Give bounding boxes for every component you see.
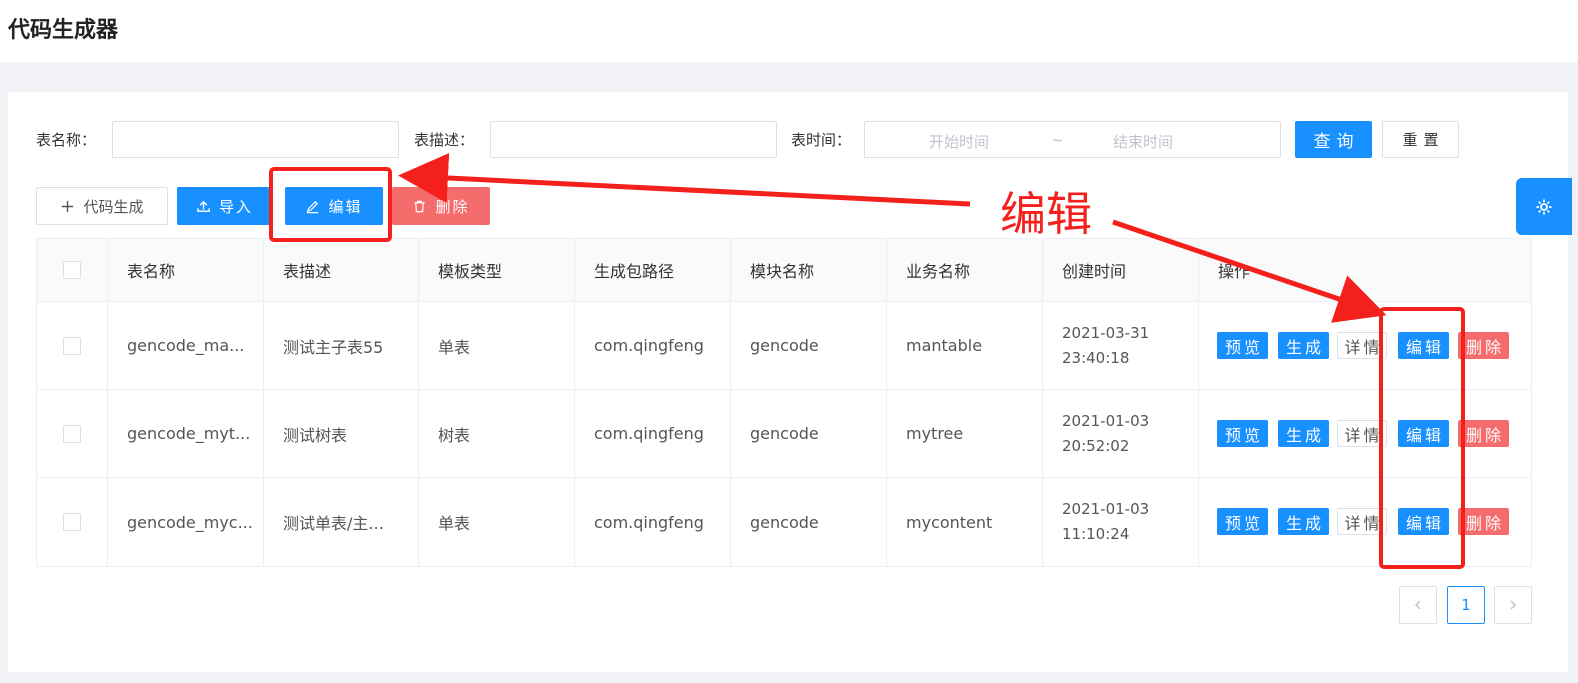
business-cell: mycontent <box>887 478 1043 566</box>
created-time: 23:40:18 <box>1062 348 1130 367</box>
import-label: 导入 <box>218 197 253 216</box>
next-page-button[interactable] <box>1494 586 1532 624</box>
table-name-cell: gencode_myt... <box>108 390 264 477</box>
created-time-cell: 2021-01-03 11:10:24 <box>1043 478 1199 566</box>
table-desc-label: 表描述： <box>414 131 475 149</box>
detail-button[interactable]: 详情 <box>1337 420 1387 447</box>
table-name-cell: gencode_myc... <box>108 478 264 566</box>
template-cell: 树表 <box>419 390 575 477</box>
preview-button[interactable]: 预览 <box>1217 332 1268 359</box>
top-header: 代码生成器 <box>0 0 1578 62</box>
annotation-label: 编辑 <box>1000 187 1092 241</box>
trash-icon <box>414 200 426 212</box>
detail-button[interactable]: 详情 <box>1337 508 1387 535</box>
actions-cell: 预览 生成 详情 编辑 删除 <box>1199 390 1531 477</box>
header-cell: 表名称 <box>108 239 264 301</box>
detail-button[interactable]: 详情 <box>1337 332 1387 359</box>
row-delete-button[interactable]: 删除 <box>1458 420 1509 447</box>
header-cell: 模板类型 <box>419 239 575 301</box>
business-cell: mytree <box>887 390 1043 477</box>
header-cell: 操作 <box>1218 262 1251 281</box>
created-time-cell: 2021-01-03 20:52:02 <box>1043 390 1199 477</box>
row-edit-button[interactable]: 编辑 <box>1398 508 1449 535</box>
created-time: 11:10:24 <box>1062 525 1130 543</box>
header-cell: 生成包路径 <box>575 239 731 301</box>
actions-cell: 预览 生成 详情 编辑 删除 <box>1199 478 1531 566</box>
chevron-left-icon <box>1414 600 1421 610</box>
header-cell: 模块名称 <box>731 239 887 301</box>
row-select-cell <box>37 390 108 477</box>
edit-label: 编辑 <box>328 197 363 216</box>
table-row: gencode_myt... 测试树表 树表 com.qingfeng genc… <box>37 390 1531 478</box>
generate-button[interactable]: 生成 <box>1278 508 1329 535</box>
template-cell: 单表 <box>419 302 575 389</box>
data-table: 表名称 表描述 模板类型 生成包路径 模块名称 业务名称 创建时间 操作 gen… <box>36 238 1532 567</box>
plus-icon <box>62 200 74 212</box>
chevron-right-icon <box>1510 600 1517 610</box>
created-date: 2021-03-31 <box>1062 323 1150 342</box>
business-cell: mantable <box>887 302 1043 389</box>
module-cell: gencode <box>731 390 887 477</box>
row-select-cell <box>37 302 108 389</box>
header-cell: 业务名称 <box>887 239 1043 301</box>
row-select-cell <box>37 478 108 566</box>
table-desc-cell: 测试树表 <box>264 390 419 477</box>
table-header: 表名称 表描述 模板类型 生成包路径 模块名称 业务名称 创建时间 操作 <box>37 239 1531 302</box>
package-cell: com.qingfeng <box>575 390 731 477</box>
package-cell: com.qingfeng <box>575 478 731 566</box>
page-number-button[interactable]: 1 <box>1447 586 1485 624</box>
table-name-cell: gencode_ma... <box>108 302 264 389</box>
end-time-input[interactable]: 结束时间 <box>1113 131 1173 152</box>
table-name-label: 表名称： <box>36 131 97 149</box>
row-delete-button[interactable]: 删除 <box>1458 332 1509 359</box>
table-row: gencode_myc... 测试单表/主... 单表 com.qingfeng… <box>37 478 1531 566</box>
select-all-checkbox[interactable] <box>63 261 81 279</box>
table-row: gencode_ma... 测试主子表55 单表 com.qingfeng ge… <box>37 302 1531 390</box>
query-button[interactable]: 查询 <box>1295 121 1372 158</box>
generate-button[interactable]: 生成 <box>1278 420 1329 447</box>
row-checkbox[interactable] <box>63 424 81 443</box>
table-desc-input[interactable] <box>490 121 777 158</box>
created-time-cell: 2021-03-31 23:40:18 <box>1043 302 1199 389</box>
table-name-input[interactable] <box>112 121 399 158</box>
row-edit-button[interactable]: 编辑 <box>1398 332 1449 359</box>
table-desc-cell: 测试主子表55 <box>264 302 419 389</box>
header-cell: 表描述 <box>264 239 419 301</box>
page-title: 代码生成器 <box>8 18 119 43</box>
edit-button[interactable]: 编辑 <box>285 187 383 225</box>
delete-label: 删除 <box>435 197 470 216</box>
date-range-picker[interactable]: 开始时间 ~ 结束时间 <box>864 121 1281 158</box>
import-button[interactable]: 导入 <box>177 187 272 225</box>
header-cell-select <box>37 239 108 301</box>
module-cell: gencode <box>731 478 887 566</box>
preview-button[interactable]: 预览 <box>1217 420 1268 447</box>
range-separator: ~ <box>1051 131 1064 149</box>
row-checkbox[interactable] <box>63 513 81 531</box>
actions-cell: 预览 生成 详情 编辑 删除 <box>1199 302 1531 389</box>
row-edit-button[interactable]: 编辑 <box>1398 420 1449 447</box>
module-cell: gencode <box>731 302 887 389</box>
preview-button[interactable]: 预览 <box>1217 508 1268 535</box>
delete-button[interactable]: 删除 <box>392 187 490 225</box>
generate-code-button[interactable]: 代码生成 <box>36 187 168 225</box>
template-cell: 单表 <box>419 478 575 566</box>
start-time-input[interactable]: 开始时间 <box>929 131 989 152</box>
settings-button[interactable] <box>1516 178 1572 235</box>
row-delete-button[interactable]: 删除 <box>1458 508 1509 535</box>
created-date: 2021-01-03 <box>1062 500 1150 518</box>
table-desc-cell: 测试单表/主... <box>264 478 419 566</box>
generate-code-label: 代码生成 <box>83 197 144 216</box>
upload-icon <box>197 200 210 212</box>
reset-button[interactable]: 重置 <box>1382 121 1459 158</box>
row-checkbox[interactable] <box>63 336 81 355</box>
package-cell: com.qingfeng <box>575 302 731 389</box>
prev-page-button[interactable] <box>1399 586 1437 624</box>
header-cell: 创建时间 <box>1043 239 1199 301</box>
gear-icon <box>1536 199 1552 214</box>
table-time-label: 表时间： <box>791 131 852 149</box>
pencil-icon <box>307 200 319 213</box>
created-date: 2021-01-03 <box>1062 411 1150 430</box>
generate-button[interactable]: 生成 <box>1278 332 1329 359</box>
created-time: 20:52:02 <box>1062 436 1130 455</box>
